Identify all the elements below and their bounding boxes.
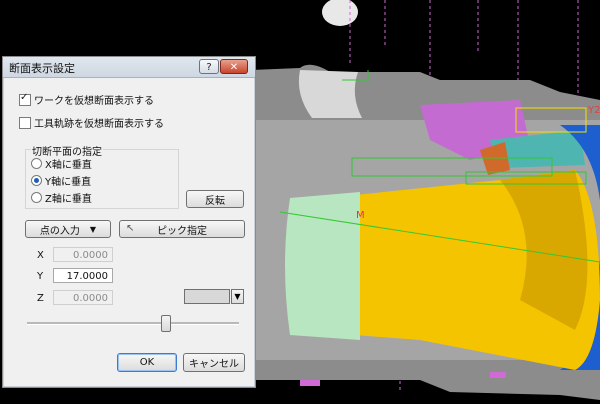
radio-z-axis[interactable]: Z軸に垂直	[31, 190, 92, 205]
checkbox-label: 工具軌跡を仮想断面表示する	[34, 119, 164, 130]
dialog-title: 断面表示設定	[9, 62, 75, 75]
radio-label: X軸に垂直	[45, 160, 92, 171]
chevron-down-icon[interactable]: ▼	[231, 289, 244, 304]
slider-track[interactable]	[27, 322, 239, 325]
edge-label: Y2	[588, 105, 600, 116]
cursor-icon: ↖	[126, 223, 135, 234]
checkbox-box[interactable]	[19, 92, 31, 106]
x-label: X	[37, 250, 44, 261]
marker-label: M	[356, 210, 365, 221]
radio-label: Y軸に垂直	[45, 177, 92, 188]
z-field: 0.0000	[53, 290, 113, 305]
radio-dot[interactable]	[31, 175, 42, 186]
point-input-dropdown[interactable]: 点の入力 ▼	[25, 220, 111, 238]
pick-label: ピック指定	[157, 225, 207, 237]
z-label: Z	[37, 293, 44, 304]
section-settings-dialog: 断面表示設定 ? ✕ ワークを仮想断面表示する 工具軌跡を仮想断面表示する 切断…	[2, 56, 256, 388]
checkbox-toolpath-section[interactable]: 工具軌跡を仮想断面表示する	[19, 115, 164, 130]
radio-label: Z軸に垂直	[45, 194, 92, 205]
tool-holder-top	[322, 0, 358, 26]
color-swatch[interactable]	[184, 289, 230, 304]
checkbox-box[interactable]	[19, 116, 31, 129]
y-field[interactable]: 17.0000	[53, 268, 113, 283]
cancel-button[interactable]: キャンセル	[183, 353, 245, 372]
checkbox-label: ワークを仮想断面表示する	[34, 96, 154, 107]
bottom-strip-right	[490, 372, 506, 378]
help-button[interactable]: ?	[199, 59, 219, 74]
slider-thumb[interactable]	[161, 315, 171, 332]
bottom-strip-left	[300, 380, 320, 386]
point-input-label: 点の入力	[39, 225, 80, 237]
radio-y-axis[interactable]: Y軸に垂直	[31, 173, 91, 188]
dialog-titlebar[interactable]: 断面表示設定 ? ✕	[3, 57, 255, 78]
reverse-button[interactable]: 反転	[186, 190, 244, 208]
radio-x-axis[interactable]: X軸に垂直	[31, 156, 92, 171]
close-button[interactable]: ✕	[220, 59, 248, 74]
chevron-down-icon: ▼	[89, 224, 97, 234]
workpiece-groove	[298, 70, 362, 118]
radio-dot[interactable]	[31, 158, 42, 169]
y-label: Y	[37, 271, 44, 282]
checkbox-workpiece-section[interactable]: ワークを仮想断面表示する	[19, 92, 154, 107]
radio-dot[interactable]	[31, 192, 42, 203]
pick-button[interactable]: ↖ ピック指定	[119, 220, 245, 238]
x-field: 0.0000	[53, 247, 113, 262]
ok-button[interactable]: OK	[117, 353, 177, 372]
